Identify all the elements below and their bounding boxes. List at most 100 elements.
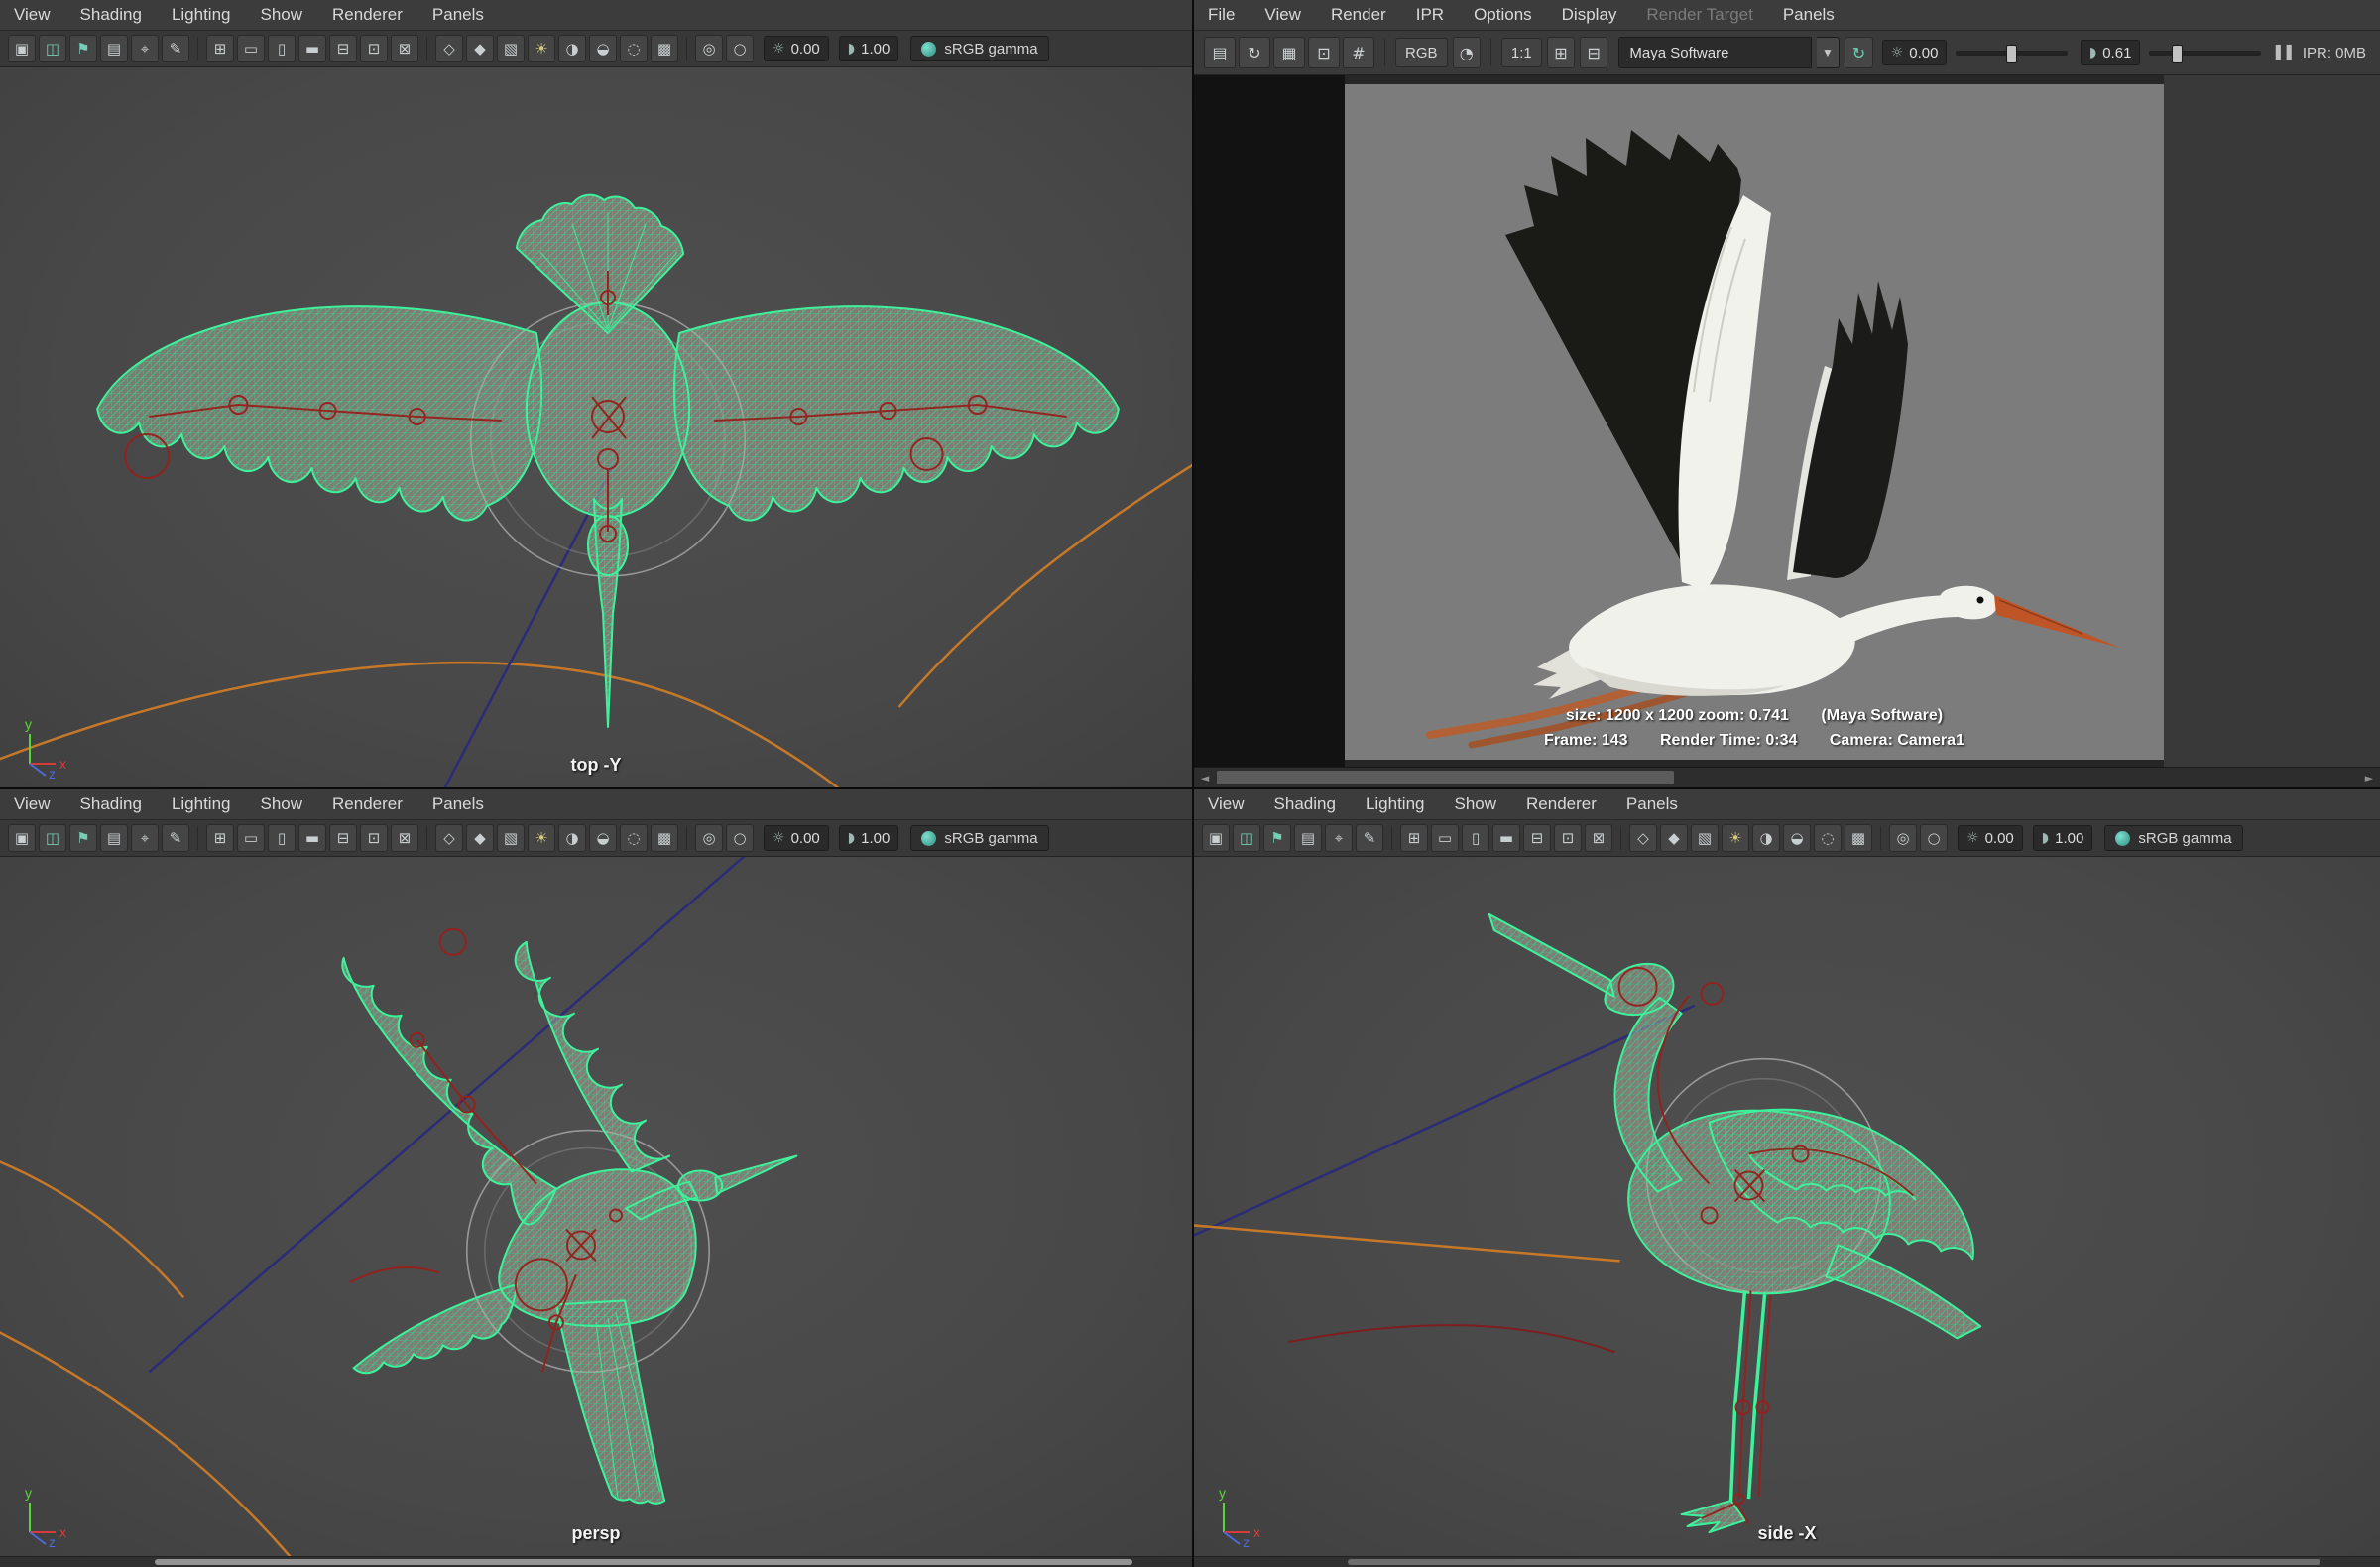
render-contrast-field[interactable]: ◗ 0.61 [2080, 40, 2141, 65]
menu-panels[interactable]: Panels [432, 794, 484, 814]
menu-render-target[interactable]: Render Target [1646, 5, 1752, 25]
menu-options[interactable]: Options [1474, 5, 1532, 25]
gamma-field[interactable]: ◗ 1.00 [2032, 825, 2093, 851]
anti-alias-icon[interactable]: ▩ [651, 35, 678, 62]
menu-shading[interactable]: Shading [80, 794, 142, 814]
menu-renderer[interactable]: Renderer [332, 794, 403, 814]
film-gate-icon[interactable]: ▭ [1431, 824, 1459, 852]
wireframe-icon[interactable]: ◇ [435, 824, 463, 852]
redo-previous-render-icon[interactable]: ↻ [1239, 37, 1270, 68]
field-chart-icon[interactable]: ⊟ [329, 35, 357, 62]
gate-mask-icon[interactable]: ▬ [298, 35, 326, 62]
smooth-shade-icon[interactable]: ◆ [466, 35, 494, 62]
isolate-select-icon[interactable]: ◎ [695, 824, 723, 852]
gate-mask-icon[interactable]: ▬ [298, 824, 326, 852]
contrast-slider[interactable] [2149, 44, 2261, 63]
grease-pencil-icon[interactable]: ✎ [1356, 824, 1383, 852]
motion-blur-icon[interactable]: ◌ [1814, 824, 1842, 852]
persp-bottom-scrollbar[interactable] [0, 1556, 1192, 1567]
resolution-gate-icon[interactable]: ▯ [268, 824, 296, 852]
menu-render[interactable]: Render [1331, 5, 1386, 25]
bookmark-icon[interactable]: ⚑ [1263, 824, 1291, 852]
use-all-lights-icon[interactable]: ☀ [528, 824, 555, 852]
motion-blur-icon[interactable]: ◌ [620, 35, 648, 62]
lock-camera-icon[interactable]: ◫ [39, 35, 66, 62]
safe-title-icon[interactable]: ⊠ [1585, 824, 1612, 852]
image-plane-icon[interactable]: ▤ [1294, 824, 1322, 852]
xray-icon[interactable]: ○ [726, 35, 754, 62]
shadows-icon[interactable]: ◑ [558, 824, 586, 852]
safe-action-icon[interactable]: ⊡ [360, 35, 388, 62]
two-d-pan-zoom-icon[interactable]: ⌖ [1325, 824, 1353, 852]
gate-mask-icon[interactable]: ▬ [1492, 824, 1520, 852]
grid-icon[interactable]: ⊞ [206, 35, 234, 62]
use-all-lights-icon[interactable]: ☀ [1722, 824, 1749, 852]
image-plane-icon[interactable]: ▤ [100, 824, 128, 852]
menu-view[interactable]: View [1264, 5, 1301, 25]
colorspace-select[interactable]: sRGB gamma [2104, 825, 2243, 851]
menu-view[interactable]: View [14, 794, 51, 814]
colorspace-select[interactable]: sRGB gamma [910, 36, 1049, 61]
menu-lighting[interactable]: Lighting [172, 794, 231, 814]
smooth-shade-icon[interactable]: ◆ [1660, 824, 1688, 852]
menu-panels[interactable]: Panels [1626, 794, 1678, 814]
anti-alias-icon[interactable]: ▩ [651, 824, 678, 852]
pause-ipr-icon[interactable]: ▌▌ [2276, 46, 2298, 60]
grid-icon[interactable]: ⊞ [1400, 824, 1428, 852]
anti-alias-icon[interactable]: ▩ [1844, 824, 1872, 852]
rgb-channels-button[interactable]: RGB [1395, 38, 1448, 67]
film-gate-icon[interactable]: ▭ [237, 35, 265, 62]
ambient-occlusion-icon[interactable]: ◒ [589, 824, 617, 852]
safe-action-icon[interactable]: ⊡ [1554, 824, 1582, 852]
scroll-right-icon[interactable]: ► [2358, 768, 2380, 787]
render-frame-icon[interactable]: ▤ [1204, 37, 1236, 68]
image-plane-icon[interactable]: ▤ [100, 35, 128, 62]
two-d-pan-zoom-icon[interactable]: ⌖ [131, 824, 159, 852]
use-all-lights-icon[interactable]: ☀ [528, 35, 555, 62]
isolate-select-icon[interactable]: ◎ [1889, 824, 1917, 852]
safe-action-icon[interactable]: ⊡ [360, 824, 388, 852]
remove-image-icon[interactable]: ⊟ [1580, 37, 1608, 68]
exposure-field[interactable]: ☼ 0.00 [1958, 825, 2023, 851]
viewport-canvas-top[interactable]: y x z top -Y [0, 67, 1192, 787]
scrollbar-thumb[interactable] [1217, 771, 1674, 784]
bookmark-icon[interactable]: ⚑ [69, 824, 97, 852]
keep-image-icon[interactable]: ⊞ [1546, 37, 1576, 68]
exposure-slider[interactable] [1956, 44, 2068, 63]
grid-icon[interactable]: ⊞ [206, 824, 234, 852]
menu-shading[interactable]: Shading [1274, 794, 1336, 814]
menu-renderer[interactable]: Renderer [332, 5, 403, 25]
viewport-canvas-side[interactable]: y x z side -X [1194, 857, 2380, 1556]
smooth-shade-icon[interactable]: ◆ [466, 824, 494, 852]
menu-shading[interactable]: Shading [80, 5, 142, 25]
chevron-down-icon[interactable]: ▼ [1816, 37, 1841, 68]
menu-view[interactable]: View [14, 5, 51, 25]
colorspace-select[interactable]: sRGB gamma [910, 825, 1049, 851]
render-region-icon[interactable]: ⊡ [1308, 37, 1340, 68]
lock-camera-icon[interactable]: ◫ [1233, 824, 1260, 852]
refresh-render-icon[interactable]: ↻ [1844, 37, 1873, 68]
menu-panels[interactable]: Panels [1783, 5, 1835, 25]
contrast-slider-thumb[interactable] [2171, 44, 2183, 63]
two-d-pan-zoom-icon[interactable]: ⌖ [131, 35, 159, 62]
safe-title-icon[interactable]: ⊠ [391, 35, 418, 62]
snapshot-icon[interactable]: # [1343, 37, 1374, 68]
gamma-field[interactable]: ◗ 1.00 [838, 825, 899, 851]
textured-icon[interactable]: ▧ [1691, 824, 1719, 852]
scrollbar-track[interactable] [1216, 768, 2358, 787]
menu-panels[interactable]: Panels [432, 5, 484, 25]
side-bottom-scrollbar[interactable] [1194, 1556, 2380, 1567]
scrollbar-thumb[interactable] [155, 1559, 1132, 1565]
menu-lighting[interactable]: Lighting [1366, 794, 1425, 814]
exposure-field[interactable]: ☼ 0.00 [764, 825, 829, 851]
menu-show[interactable]: Show [261, 794, 303, 814]
grease-pencil-icon[interactable]: ✎ [162, 35, 189, 62]
wireframe-icon[interactable]: ◇ [1629, 824, 1657, 852]
menu-view[interactable]: View [1208, 794, 1245, 814]
shadows-icon[interactable]: ◑ [1752, 824, 1780, 852]
viewport-canvas-persp[interactable]: y x z persp [0, 857, 1192, 1556]
scrollbar-thumb[interactable] [1348, 1559, 2321, 1565]
menu-show[interactable]: Show [1455, 794, 1497, 814]
render-canvas[interactable]: size: 1200 x 1200 zoom: 0.741 (Maya Soft… [1194, 75, 2380, 767]
grease-pencil-icon[interactable]: ✎ [162, 824, 189, 852]
